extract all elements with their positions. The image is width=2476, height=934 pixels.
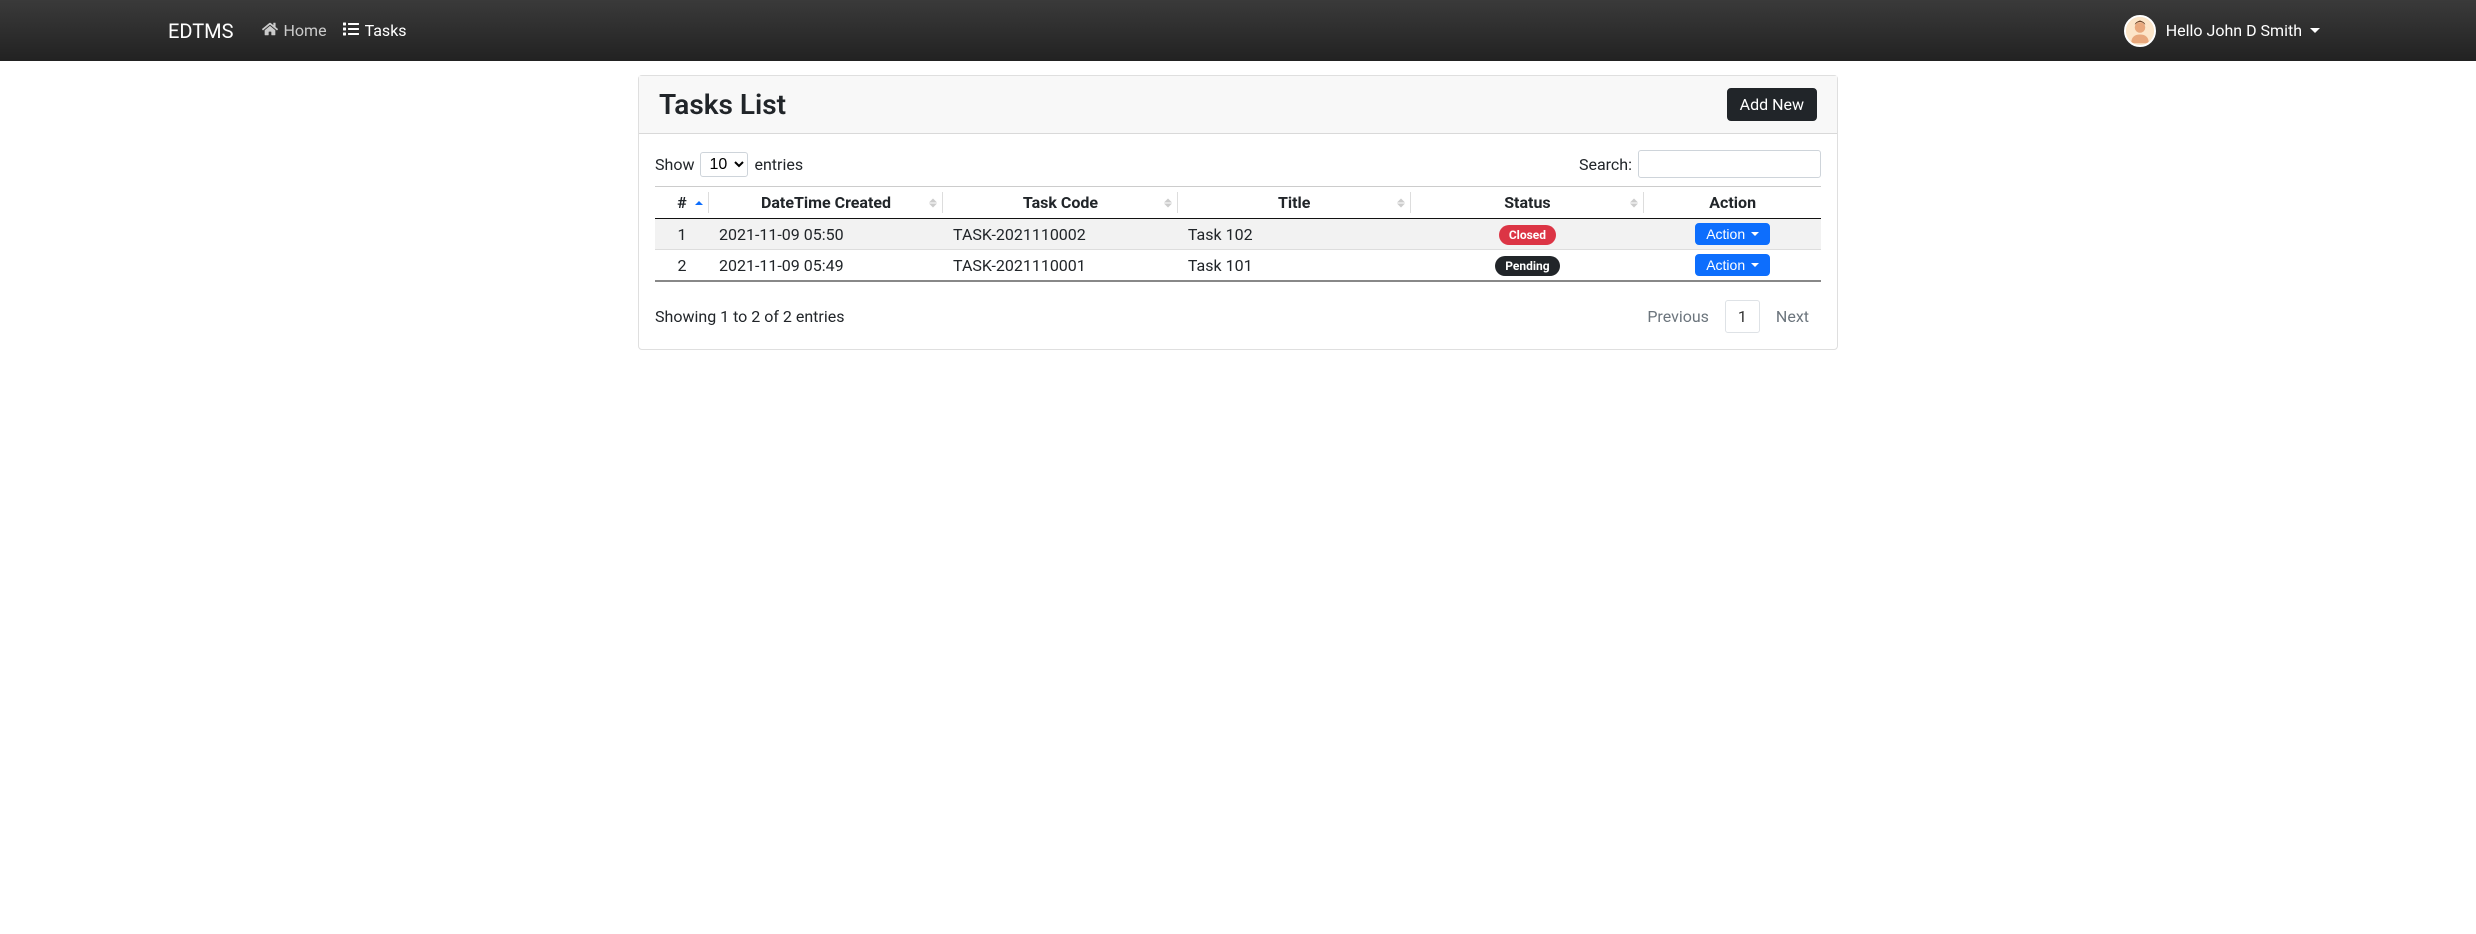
table-header-row: # DateTime Created Task Code <box>655 187 1821 219</box>
datatable-info: Showing 1 to 2 of 2 entries <box>655 307 844 326</box>
cell-datetime: 2021-11-09 05:50 <box>709 219 943 250</box>
status-badge: Closed <box>1499 225 1556 245</box>
sort-icon <box>1630 198 1638 207</box>
search-control: Search: <box>1579 150 1821 178</box>
cell-status: Closed <box>1411 219 1645 250</box>
row-action-label: Action <box>1706 257 1745 273</box>
sort-icon <box>1164 198 1172 207</box>
col-header-idx[interactable]: # <box>655 187 709 219</box>
cell-datetime: 2021-11-09 05:49 <box>709 250 943 282</box>
length-suffix: entries <box>754 155 803 174</box>
page-next-link: Next <box>1764 301 1821 332</box>
status-badge: Pending <box>1495 256 1559 276</box>
datatable-bottom: Showing 1 to 2 of 2 entries Previous 1 N… <box>655 294 1821 333</box>
main-container: Tasks List Add New Show 10 entries Searc… <box>622 75 1854 350</box>
sort-icon <box>929 198 937 207</box>
table-row: 1 2021-11-09 05:50 TASK-2021110002 Task … <box>655 219 1821 250</box>
cell-title: Task 102 <box>1178 219 1411 250</box>
add-new-button[interactable]: Add New <box>1727 88 1817 121</box>
user-greeting-text: Hello John D Smith <box>2166 21 2302 40</box>
col-header-status-label: Status <box>1504 193 1550 212</box>
col-header-title-label: Title <box>1278 193 1310 212</box>
cell-code: TASK-2021110001 <box>943 250 1178 282</box>
length-prefix: Show <box>655 155 694 174</box>
col-header-idx-label: # <box>677 193 686 212</box>
table-body: 1 2021-11-09 05:50 TASK-2021110002 Task … <box>655 219 1821 282</box>
table-row: 2 2021-11-09 05:49 TASK-2021110001 Task … <box>655 250 1821 282</box>
nav-home-label: Home <box>284 21 327 40</box>
col-header-code[interactable]: Task Code <box>943 187 1178 219</box>
card-header: Tasks List Add New <box>639 76 1837 134</box>
length-select[interactable]: 10 <box>700 152 748 177</box>
search-input[interactable] <box>1638 150 1821 178</box>
cell-code: TASK-2021110002 <box>943 219 1178 250</box>
length-control: Show 10 entries <box>655 152 803 177</box>
col-header-code-label: Task Code <box>1023 193 1098 212</box>
page-title: Tasks List <box>659 88 786 121</box>
datatable-controls: Show 10 entries Search: <box>655 150 1821 178</box>
tasks-table: # DateTime Created Task Code <box>655 186 1821 282</box>
cell-status: Pending <box>1411 250 1645 282</box>
sort-icon <box>695 201 703 205</box>
col-header-action: Action <box>1644 187 1821 219</box>
row-action-label: Action <box>1706 226 1745 242</box>
home-icon <box>262 21 278 41</box>
nav-tasks[interactable]: Tasks <box>343 21 407 41</box>
navbar: EDTMS Home Tasks Hello John D Smith <box>0 0 2476 61</box>
col-header-title[interactable]: Title <box>1178 187 1411 219</box>
brand-link[interactable]: EDTMS <box>168 19 234 43</box>
list-icon <box>343 21 359 41</box>
card-body: Show 10 entries Search: # <box>639 134 1837 349</box>
page-1[interactable]: 1 <box>1725 300 1760 333</box>
pagination: Previous 1 Next <box>1635 300 1821 333</box>
nav-home[interactable]: Home <box>262 21 327 41</box>
cell-idx: 1 <box>655 219 709 250</box>
user-menu[interactable]: Hello John D Smith <box>2166 21 2320 40</box>
col-header-status[interactable]: Status <box>1411 187 1645 219</box>
page-previous[interactable]: Previous <box>1635 301 1721 332</box>
search-label: Search: <box>1579 155 1632 174</box>
cell-action: Action <box>1644 250 1821 282</box>
cell-idx: 2 <box>655 250 709 282</box>
tasks-card: Tasks List Add New Show 10 entries Searc… <box>638 75 1838 350</box>
nav-tasks-label: Tasks <box>365 21 407 40</box>
col-header-action-label: Action <box>1709 193 1756 212</box>
page-previous-link: Previous <box>1635 301 1721 332</box>
col-header-datetime[interactable]: DateTime Created <box>709 187 943 219</box>
page-1-link: 1 <box>1725 300 1760 333</box>
caret-down-icon <box>1751 232 1759 236</box>
navbar-left: EDTMS Home Tasks <box>168 19 407 43</box>
caret-down-icon <box>1751 263 1759 267</box>
sort-icon <box>1397 198 1405 207</box>
avatar <box>2124 15 2156 47</box>
row-action-button[interactable]: Action <box>1695 254 1770 276</box>
caret-down-icon <box>2310 28 2320 33</box>
navbar-right: Hello John D Smith <box>2124 15 2320 47</box>
col-header-datetime-label: DateTime Created <box>761 193 891 212</box>
row-action-button[interactable]: Action <box>1695 223 1770 245</box>
cell-action: Action <box>1644 219 1821 250</box>
cell-title: Task 101 <box>1178 250 1411 282</box>
page-next[interactable]: Next <box>1764 301 1821 332</box>
